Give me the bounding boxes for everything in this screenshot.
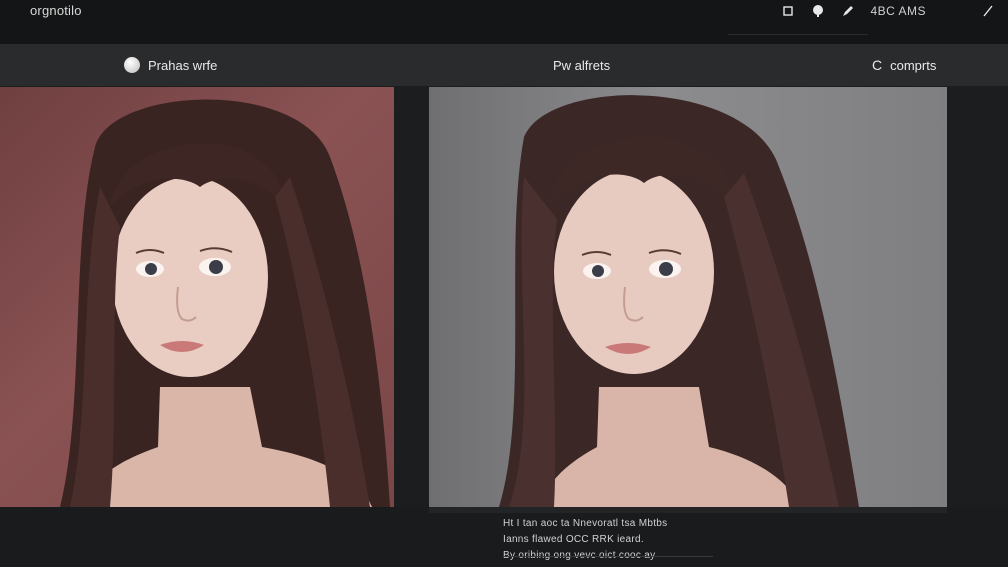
image-preview-original[interactable] [0, 87, 394, 507]
top-label: 4BC AMS [870, 4, 926, 18]
bottom-panel-divider [429, 507, 947, 513]
slash-icon[interactable] [980, 3, 996, 19]
tab-comprts[interactable]: C comprts [872, 44, 936, 86]
edit-icon[interactable] [840, 3, 856, 19]
app-title: orgnotilo [30, 3, 82, 18]
caption-underline [503, 556, 713, 557]
caption-line-1: Ht I tan aoc ta Nnevoratl tsa Mbtbs [503, 518, 668, 529]
image-preview-result[interactable] [429, 87, 947, 507]
tab-label: Pw alfrets [553, 57, 611, 73]
tab-label: Prahas wrfe [148, 57, 218, 73]
tab-bar: Prahas wrfe Pw alfrets C comprts [0, 44, 1008, 86]
top-icons: 4BC AMS [780, 0, 1008, 22]
c-icon: C [872, 57, 883, 73]
brain-icon[interactable] [810, 3, 826, 19]
tab-prahas[interactable]: Prahas wrfe [124, 44, 217, 86]
portrait-illustration [499, 95, 859, 507]
square-icon[interactable] [780, 3, 796, 19]
tab-alfrets[interactable]: Pw alfrets [553, 44, 610, 86]
tab-label: comprts [890, 57, 937, 73]
portrait-illustration [60, 99, 390, 507]
title-bar: orgnotilo 4BC AMS [0, 0, 1008, 44]
circle-icon [124, 57, 140, 73]
caption-line-2: Ianns flawed OCC RRK ieard. [503, 534, 644, 545]
toolbar-divider [728, 34, 868, 35]
